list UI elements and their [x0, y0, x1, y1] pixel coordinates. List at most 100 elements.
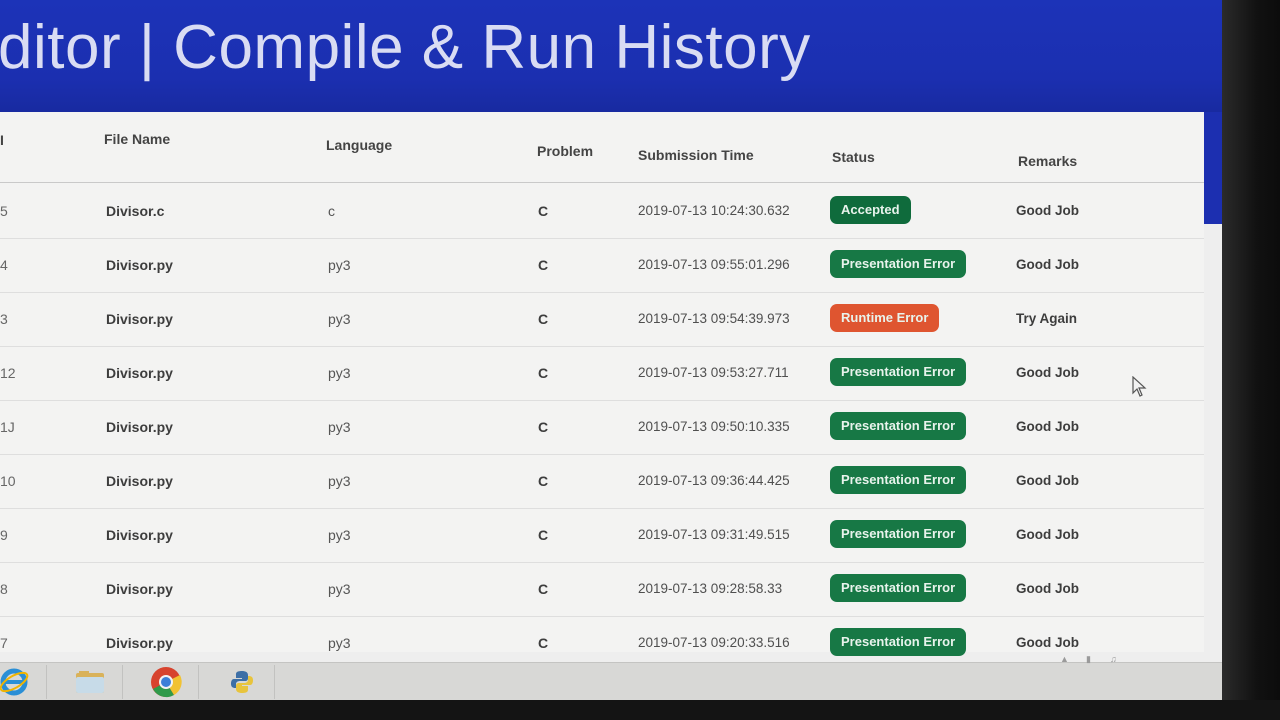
submission-time-cell: 2019-07-13 09:55:01.296: [638, 257, 790, 272]
problem-cell: C: [538, 365, 549, 381]
column-header-remarks[interactable]: Remarks: [1018, 153, 1077, 169]
submission-time-cell: 2019-07-13 09:36:44.425: [638, 473, 790, 488]
taskbar: [0, 662, 1222, 700]
file-explorer-icon: [76, 671, 104, 693]
network-icon[interactable]: ▮: [1086, 654, 1091, 665]
table-row[interactable]: 9 Divisor.py py3 C 2019-07-13 09:31:49.515 Go…: [0, 508, 1204, 563]
page-title: ditor | Compile & Run History: [0, 13, 811, 82]
taskbar-app-python[interactable]: [210, 665, 275, 699]
file-name-cell[interactable]: Divisor.py: [106, 419, 173, 435]
column-header-status[interactable]: Status: [832, 149, 875, 165]
status-badge[interactable]: Presentation Error: [830, 520, 967, 548]
remarks-cell: Good Job: [1016, 635, 1079, 650]
chrome-icon: [151, 667, 182, 698]
status-cell: Presentation Error: [830, 466, 967, 494]
status-badge[interactable]: Accepted: [830, 196, 911, 224]
monitor-bezel-right: [1222, 0, 1280, 720]
column-header-file-name[interactable]: File Name: [104, 131, 170, 147]
file-name-cell[interactable]: Divisor.py: [106, 473, 173, 489]
system-tray: ▲ ▮ ♫: [1060, 650, 1210, 670]
language-cell: py3: [328, 311, 351, 327]
problem-cell: C: [538, 527, 549, 543]
file-name-cell[interactable]: Divisor.py: [106, 581, 173, 597]
file-name-cell[interactable]: Divisor.py: [106, 311, 173, 327]
submission-time-cell: 2019-07-13 09:53:27.711: [638, 365, 789, 380]
column-header-submission-time[interactable]: Submission Time: [638, 147, 754, 163]
file-name-cell[interactable]: Divisor.py: [106, 257, 173, 273]
status-cell: Presentation Error: [830, 412, 967, 440]
language-cell: c: [328, 203, 335, 219]
status-badge[interactable]: Runtime Error: [830, 304, 940, 332]
table-row[interactable]: 3 Divisor.py py3 C 2019-07-13 09:54:39.973 Tr…: [0, 292, 1204, 347]
row-id: 1J: [0, 419, 15, 435]
submission-time-cell: 2019-07-13 09:28:58.33: [638, 581, 783, 596]
file-name-cell[interactable]: Divisor.py: [106, 527, 173, 543]
language-cell: py3: [328, 581, 351, 597]
table-header-row: I File Name Language Problem Submission …: [0, 112, 1204, 183]
row-id: 9: [0, 527, 8, 543]
remarks-cell: Good Job: [1016, 257, 1079, 272]
table-row[interactable]: 5 Divisor.c c C 2019-07-13 10:24:30.632 Good …: [0, 184, 1204, 239]
column-header-id[interactable]: I: [0, 132, 4, 148]
table-row[interactable]: 12 Divisor.py py3 C 2019-07-13 09:53:27.711 G…: [0, 346, 1204, 401]
history-table: I File Name Language Problem Submission …: [0, 112, 1204, 671]
table-row[interactable]: 4 Divisor.py py3 C 2019-07-13 09:55:01.296 Go…: [0, 238, 1204, 293]
app-header: ditor | Compile & Run History: [0, 0, 1222, 112]
problem-cell: C: [538, 203, 549, 219]
row-id: 3: [0, 311, 8, 327]
status-badge[interactable]: Presentation Error: [830, 628, 967, 656]
status-badge[interactable]: Presentation Error: [830, 358, 967, 386]
internet-explorer-icon: [0, 668, 29, 696]
mouse-cursor-icon: [1132, 376, 1147, 397]
table-row[interactable]: 10 Divisor.py py3 C 2019-07-13 09:36:44.425 G…: [0, 454, 1204, 509]
file-name-cell[interactable]: Divisor.py: [106, 635, 173, 651]
row-id: 7: [0, 635, 8, 651]
taskbar-app-explorer[interactable]: [58, 665, 123, 699]
monitor-bezel-bottom: [0, 700, 1280, 720]
language-cell: py3: [328, 473, 351, 489]
table-row[interactable]: 8 Divisor.py py3 C 2019-07-13 09:28:58.33 Goo…: [0, 562, 1204, 617]
submission-time-cell: 2019-07-13 09:31:49.515: [638, 527, 790, 542]
submission-time-cell: 2019-07-13 09:50:10.335: [638, 419, 790, 434]
remarks-cell: Good Job: [1016, 473, 1079, 488]
row-id: 5: [0, 203, 8, 219]
taskbar-app-ie[interactable]: [0, 665, 47, 699]
remarks-cell: Good Job: [1016, 365, 1079, 380]
column-header-problem[interactable]: Problem: [537, 143, 593, 159]
status-cell: Presentation Error: [830, 574, 967, 602]
remarks-cell: Good Job: [1016, 419, 1079, 434]
status-cell: Presentation Error: [830, 520, 967, 548]
problem-cell: C: [538, 311, 549, 327]
remarks-cell: Good Job: [1016, 527, 1079, 542]
status-badge[interactable]: Presentation Error: [830, 574, 967, 602]
problem-cell: C: [538, 257, 549, 273]
problem-cell: C: [538, 419, 549, 435]
status-cell: Presentation Error: [830, 628, 967, 656]
status-cell: Presentation Error: [830, 358, 967, 386]
remarks-cell: Good Job: [1016, 581, 1079, 596]
status-badge[interactable]: Presentation Error: [830, 412, 967, 440]
status-badge[interactable]: Presentation Error: [830, 250, 967, 278]
submission-time-cell: 2019-07-13 09:54:39.973: [638, 311, 790, 326]
monitor-screen: ditor | Compile & Run History I File Nam…: [0, 0, 1222, 700]
file-name-cell[interactable]: Divisor.py: [106, 365, 173, 381]
row-id: 4: [0, 257, 8, 273]
status-cell: Presentation Error: [830, 250, 967, 278]
table-row[interactable]: 1J Divisor.py py3 C 2019-07-13 09:50:10.335 G…: [0, 400, 1204, 455]
language-cell: py3: [328, 527, 351, 543]
problem-cell: C: [538, 581, 549, 597]
problem-cell: C: [538, 473, 549, 489]
taskbar-app-chrome[interactable]: [134, 665, 199, 699]
row-id: 8: [0, 581, 8, 597]
status-badge[interactable]: Presentation Error: [830, 466, 967, 494]
chevron-up-icon[interactable]: ▲: [1060, 654, 1069, 664]
volume-icon[interactable]: ♫: [1110, 654, 1117, 664]
language-cell: py3: [328, 419, 351, 435]
language-cell: py3: [328, 635, 351, 651]
problem-cell: C: [538, 635, 549, 651]
column-header-language[interactable]: Language: [326, 137, 392, 153]
file-name-cell[interactable]: Divisor.c: [106, 203, 164, 219]
status-cell: Accepted: [830, 196, 911, 224]
status-cell: Runtime Error: [830, 304, 940, 332]
row-id: 12: [0, 365, 16, 381]
